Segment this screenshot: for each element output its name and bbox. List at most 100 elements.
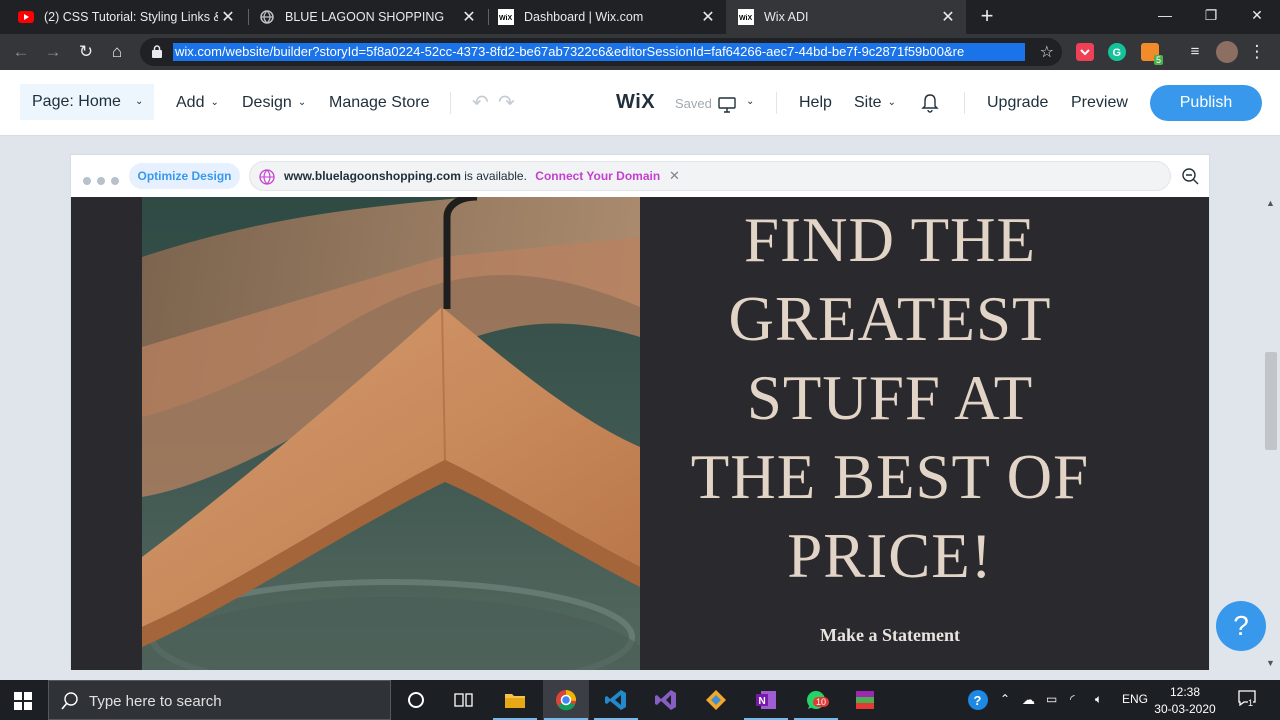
manage-store-menu[interactable]: Manage Store bbox=[329, 94, 430, 112]
onenote-icon[interactable]: N bbox=[744, 688, 788, 720]
window-close-button[interactable]: ✕ bbox=[1234, 0, 1280, 34]
new-tab-button[interactable]: + bbox=[976, 5, 998, 27]
site-preview-frame: Optimize Design www.bluelagoonshopping.c… bbox=[70, 154, 1210, 670]
scroll-up-arrow[interactable]: ▲ bbox=[1266, 198, 1275, 208]
domain-name: www.bluelagoonshopping.com bbox=[284, 169, 461, 183]
zoom-icon[interactable] bbox=[1181, 167, 1199, 185]
wix-icon: WiX bbox=[498, 9, 514, 25]
file-explorer-icon[interactable] bbox=[493, 688, 537, 720]
preview-address-bar: Optimize Design www.bluelagoonshopping.c… bbox=[71, 155, 1209, 197]
help-button[interactable]: ? bbox=[1216, 601, 1266, 651]
design-menu-label: Design bbox=[242, 94, 292, 111]
redo-icon[interactable]: ↷ bbox=[498, 90, 515, 115]
visual-studio-icon[interactable] bbox=[654, 688, 678, 712]
winrar-icon[interactable] bbox=[853, 688, 877, 712]
add-menu[interactable]: Add ⌄ bbox=[176, 94, 219, 112]
connect-domain-link[interactable]: Connect Your Domain bbox=[535, 169, 660, 183]
site-canvas: FIND THE GREATEST STUFF AT THE BEST OF P… bbox=[71, 197, 1209, 670]
lock-icon bbox=[152, 45, 162, 58]
close-icon[interactable]: ✕ bbox=[698, 7, 718, 27]
chevron-down-icon: ⌄ bbox=[297, 97, 307, 108]
forward-button[interactable]: → bbox=[42, 41, 64, 63]
publish-button[interactable]: Publish bbox=[1150, 85, 1262, 121]
onedrive-icon[interactable]: ☁ bbox=[1022, 692, 1035, 708]
browser-toolbar: ← → ↻ ⌂ wix.com/website/builder?storyId=… bbox=[0, 34, 1280, 70]
undo-icon[interactable]: ↶ bbox=[472, 90, 489, 115]
media-queue-icon[interactable]: ≡ bbox=[1184, 41, 1206, 63]
close-icon[interactable]: ✕ bbox=[669, 168, 680, 184]
upgrade-button[interactable]: Upgrade bbox=[987, 94, 1048, 112]
action-center-icon[interactable]: 1 bbox=[1238, 690, 1258, 710]
url-text[interactable]: wix.com/website/builder?storyId=5f8a0224… bbox=[173, 43, 1025, 61]
notification-count: 1 bbox=[1248, 698, 1254, 708]
close-icon[interactable]: ✕ bbox=[459, 7, 479, 27]
whatsapp-icon[interactable]: 10 bbox=[794, 688, 838, 720]
page-selector[interactable]: Page: Home ⌄ bbox=[20, 84, 154, 120]
headline-line: PRICE! bbox=[787, 521, 993, 591]
hero-tagline[interactable]: Make a Statement bbox=[641, 625, 1139, 646]
optimize-design-button[interactable]: Optimize Design bbox=[129, 163, 240, 189]
windows-start-icon[interactable] bbox=[14, 692, 32, 710]
divider bbox=[776, 92, 777, 114]
minimize-button[interactable]: — bbox=[1142, 0, 1188, 34]
back-button[interactable]: ← bbox=[10, 41, 32, 63]
grammarly-extension-icon[interactable]: G bbox=[1108, 43, 1126, 61]
git-app-icon[interactable] bbox=[704, 688, 728, 712]
tab-css-tutorial[interactable]: (2) CSS Tutorial: Styling Links & B ✕ bbox=[0, 0, 246, 34]
restore-button[interactable]: ❐ bbox=[1188, 0, 1234, 34]
battery-icon[interactable]: ▭ bbox=[1046, 692, 1057, 706]
extension-icon[interactable]: 5 bbox=[1141, 43, 1163, 65]
desktop-view-icon[interactable] bbox=[718, 97, 736, 113]
notifications-bell-icon[interactable] bbox=[921, 93, 939, 113]
chrome-icon[interactable] bbox=[544, 688, 588, 720]
address-bar[interactable]: wix.com/website/builder?storyId=5f8a0224… bbox=[140, 38, 1062, 66]
design-menu[interactable]: Design ⌄ bbox=[242, 94, 306, 112]
chevron-down-icon[interactable]: ⌄ bbox=[746, 96, 754, 107]
search-placeholder: Type here to search bbox=[89, 693, 222, 710]
close-icon[interactable]: ✕ bbox=[938, 7, 958, 27]
wifi-icon[interactable]: ◜ bbox=[1070, 692, 1075, 706]
globe-icon bbox=[259, 169, 275, 185]
hanger-photo[interactable] bbox=[142, 197, 640, 670]
wix-icon: WiX bbox=[738, 9, 754, 25]
help-circle-icon[interactable]: ? bbox=[966, 688, 990, 712]
svg-text:WiX: WiX bbox=[739, 15, 752, 22]
cortana-icon[interactable] bbox=[404, 688, 428, 712]
task-view-icon[interactable] bbox=[452, 688, 476, 712]
svg-text:WiX: WiX bbox=[499, 15, 512, 22]
chevron-up-icon[interactable]: ⌃ bbox=[1000, 692, 1010, 706]
windows-taskbar: Type here to search N 10 ? ⌃ ☁ ▭ ◜ 🔈︎ EN… bbox=[0, 680, 1280, 720]
site-menu[interactable]: Site ⌄ bbox=[854, 94, 896, 112]
tab-wix-dashboard[interactable]: WiX Dashboard | Wix.com ✕ bbox=[480, 0, 726, 34]
page-selector-label: Page: Home bbox=[32, 93, 121, 110]
tab-blue-lagoon[interactable]: BLUE LAGOON SHOPPING ✕ bbox=[241, 0, 487, 34]
tab-title: (2) CSS Tutorial: Styling Links & B bbox=[44, 10, 218, 24]
chevron-down-icon: ⌄ bbox=[134, 96, 144, 107]
close-icon[interactable]: ✕ bbox=[218, 7, 238, 27]
bookmark-star-icon[interactable]: ☆ bbox=[1040, 42, 1054, 62]
home-button[interactable]: ⌂ bbox=[106, 41, 128, 63]
pocket-extension-icon[interactable] bbox=[1076, 43, 1094, 61]
divider bbox=[964, 92, 965, 114]
headline-line: GREATEST bbox=[728, 284, 1052, 354]
saved-status: Saved bbox=[675, 96, 712, 111]
taskbar-search-box[interactable]: Type here to search bbox=[48, 680, 391, 720]
help-menu[interactable]: Help bbox=[799, 94, 832, 112]
svg-text:G: G bbox=[1113, 47, 1122, 59]
language-indicator[interactable]: ENG bbox=[1122, 692, 1148, 706]
tab-wix-adi[interactable]: WiX Wix ADI ✕ bbox=[726, 0, 966, 34]
chevron-down-icon: ⌄ bbox=[210, 97, 219, 108]
hero-headline[interactable]: FIND THE GREATEST STUFF AT THE BEST OF P… bbox=[641, 201, 1139, 596]
editor-scrollbar[interactable]: ▲ ▼ bbox=[1262, 196, 1280, 670]
system-clock[interactable]: 12:38 30-03-2020 bbox=[1152, 684, 1218, 718]
scroll-down-arrow[interactable]: ▼ bbox=[1266, 658, 1275, 668]
chrome-menu-icon[interactable]: ⋮ bbox=[1246, 41, 1268, 63]
scrollbar-thumb[interactable] bbox=[1265, 352, 1277, 450]
reload-button[interactable]: ↻ bbox=[75, 41, 97, 63]
volume-icon[interactable]: 🔈︎ bbox=[1095, 692, 1102, 707]
vscode-icon[interactable] bbox=[594, 688, 638, 720]
preview-button[interactable]: Preview bbox=[1071, 94, 1128, 112]
domain-availability-bar: www.bluelagoonshopping.com is available.… bbox=[249, 161, 1171, 191]
domain-text: www.bluelagoonshopping.com is available.… bbox=[284, 169, 660, 183]
profile-avatar[interactable] bbox=[1216, 41, 1238, 63]
